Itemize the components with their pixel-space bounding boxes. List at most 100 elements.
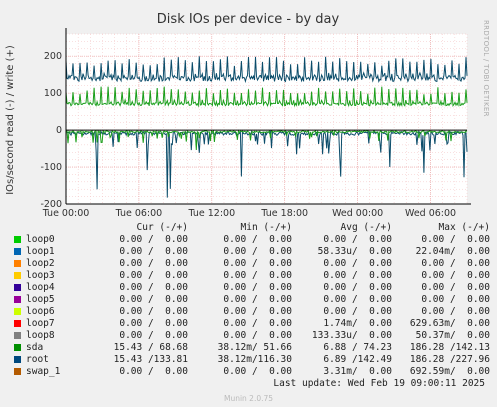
legend-swatch — [14, 344, 21, 351]
chart: Disk IOs per device - by day IOs/second … — [5, 12, 490, 219]
legend-cur: 15.43 / 68.68 — [113, 342, 188, 353]
legend-row-loop4: loop4 0.00 / 0.00 0.00 / 0.00 0.00 / 0.00 0.… — [12, 282, 490, 294]
legend-name: root — [26, 354, 49, 365]
legend-avg: 0.00 / 0.00 — [323, 282, 392, 293]
legend-row-swap_1: swap_1 0.00 / 0.00 0.00 / 0.00 3.31m/ 0.00 6… — [12, 366, 490, 378]
legend-avg: 1.74m/ 0.00 — [323, 318, 392, 329]
legend-cur: 0.00 / 0.00 — [119, 366, 188, 377]
legend-name: loop2 — [26, 258, 55, 269]
x-tick-label: Tue 06:00 — [115, 208, 163, 219]
legend-row-loop1: loop1 0.00 / 0.00 0.00 / 0.00 58.33u/ 0.00 2… — [12, 246, 490, 258]
legend-avg: 3.31m/ 0.00 — [323, 366, 392, 377]
legend-avg: 0.00 / 0.00 — [323, 258, 392, 269]
legend-cur: 0.00 / 0.00 — [119, 330, 188, 341]
legend-min: 0.00 / 0.00 — [223, 306, 292, 317]
legend-name: loop1 — [26, 246, 55, 257]
legend-min: 0.00 / 0.00 — [223, 318, 292, 329]
legend-swatch — [14, 236, 21, 243]
legend-row-loop7: loop7 0.00 / 0.00 0.00 / 0.00 1.74m/ 0.00 62… — [12, 318, 490, 330]
last-update: Last update: Wed Feb 19 09:00:11 2025 — [273, 378, 485, 389]
y-tick-label: 200 — [44, 51, 62, 62]
legend-swatch — [14, 260, 21, 267]
legend-max: 50.37m/ 0.00 — [415, 330, 490, 341]
legend-name: loop8 — [26, 330, 55, 341]
legend-cur: 0.00 / 0.00 — [119, 294, 188, 305]
legend-swatch — [14, 296, 21, 303]
legend-max: 186.28 /227.96 — [409, 354, 490, 365]
legend-cur: 0.00 / 0.00 — [119, 318, 188, 329]
y-tick-label: -100 — [40, 162, 62, 173]
legend-swatch — [14, 272, 21, 279]
legend-avg: 6.89 /142.49 — [323, 354, 392, 365]
legend-cur: 0.00 / 0.00 — [119, 306, 188, 317]
legend: Cur (-/+) Min (-/+) Avg (-/+) Max (-/+) … — [12, 222, 490, 378]
legend-cur: 0.00 / 0.00 — [119, 270, 188, 281]
legend-max: 0.00 / 0.00 — [421, 306, 490, 317]
legend-row-sda: sda 15.43 / 68.68 38.12m/ 51.66 6.88 / 74.2… — [12, 342, 490, 354]
y-tick-label: 0 — [56, 125, 62, 136]
header-cur: Cur (-/+) — [136, 222, 188, 233]
x-tick-label: Wed 06:00 — [405, 208, 456, 219]
x-tick-label: Wed 00:00 — [332, 208, 383, 219]
legend-avg: 0.00 / 0.00 — [323, 294, 392, 305]
legend-avg: 58.33u/ 0.00 — [317, 246, 392, 257]
legend-name: loop7 — [26, 318, 55, 329]
plot-area — [66, 34, 467, 204]
legend-avg: 0.00 / 0.00 — [323, 234, 392, 245]
legend-row-loop8: loop8 0.00 / 0.00 0.00 / 0.00 133.33u/ 0.00… — [12, 330, 490, 342]
legend-swatch — [14, 356, 21, 363]
legend-max: 0.00 / 0.00 — [421, 294, 490, 305]
legend-min: 0.00 / 0.00 — [223, 246, 292, 257]
legend-name: sda — [26, 342, 44, 353]
rrdtool-credit: RRDTOOL / TOBI OETIKER — [482, 20, 490, 117]
legend-cur: 0.00 / 0.00 — [119, 246, 188, 257]
legend-row-loop3: loop3 0.00 / 0.00 0.00 / 0.00 0.00 / 0.00 0.… — [12, 270, 490, 282]
y-tick-label: 100 — [44, 88, 62, 99]
legend-max: 692.59m/ 0.00 — [409, 366, 490, 377]
legend-min: 0.00 / 0.00 — [223, 234, 292, 245]
munin-version: Munin 2.0.75 — [223, 394, 274, 403]
legend-max: 0.00 / 0.00 — [421, 234, 490, 245]
legend-avg: 0.00 / 0.00 — [323, 270, 392, 281]
legend-name: loop4 — [26, 282, 55, 293]
legend-avg: 0.00 / 0.00 — [323, 306, 392, 317]
legend-avg: 133.33u/ 0.00 — [311, 330, 392, 341]
legend-swatch — [14, 320, 21, 327]
legend-cur: 15.43 /133.81 — [113, 354, 188, 365]
legend-min: 0.00 / 0.00 — [223, 294, 292, 305]
legend-swatch — [14, 332, 21, 339]
legend-min: 0.00 / 0.00 — [223, 282, 292, 293]
legend-row-loop0: loop0 0.00 / 0.00 0.00 / 0.00 0.00 / 0.00 0.… — [12, 234, 490, 246]
header-max: Max (-/+) — [438, 222, 490, 233]
legend-row-loop5: loop5 0.00 / 0.00 0.00 / 0.00 0.00 / 0.00 0.… — [12, 294, 490, 306]
legend-cur: 0.00 / 0.00 — [119, 234, 188, 245]
legend-max: 629.63m/ 0.00 — [409, 318, 490, 329]
legend-max: 186.28 /142.13 — [409, 342, 490, 353]
legend-swatch — [14, 308, 21, 315]
legend-cur: 0.00 / 0.00 — [119, 282, 188, 293]
legend-name: loop6 — [26, 306, 55, 317]
legend-max: 0.00 / 0.00 — [421, 270, 490, 281]
legend-avg: 6.88 / 74.23 — [323, 342, 392, 353]
legend-min: 0.00 / 0.00 — [223, 258, 292, 269]
legend-cur: 0.00 / 0.00 — [119, 258, 188, 269]
x-tick-label: Tue 00:00 — [42, 208, 90, 219]
y-axis-label: IOs/second read (-) / write (+) — [5, 45, 16, 195]
legend-name: loop3 — [26, 270, 55, 281]
legend-name: swap_1 — [26, 366, 61, 377]
legend-name: loop0 — [26, 234, 55, 245]
x-tick-label: Tue 18:00 — [260, 208, 308, 219]
legend-max: 0.00 / 0.00 — [421, 282, 490, 293]
legend-min: 38.12m/ 51.66 — [217, 342, 292, 353]
legend-row-loop2: loop2 0.00 / 0.00 0.00 / 0.00 0.00 / 0.00 0.… — [12, 258, 490, 270]
legend-min: 0.00 / 0.00 — [223, 366, 292, 377]
legend-min: 38.12m/116.30 — [217, 354, 292, 365]
legend-header: Cur (-/+) Min (-/+) Avg (-/+) Max (-/+) — [12, 222, 490, 234]
legend-max: 22.04m/ 0.00 — [415, 246, 490, 257]
x-tick-label: Tue 12:00 — [188, 208, 236, 219]
header-min: Min (-/+) — [240, 222, 292, 233]
chart-title: Disk IOs per device - by day — [157, 12, 340, 27]
legend-swatch — [14, 284, 21, 291]
legend-max: 0.00 / 0.00 — [421, 258, 490, 269]
header-avg: Avg (-/+) — [340, 222, 392, 233]
